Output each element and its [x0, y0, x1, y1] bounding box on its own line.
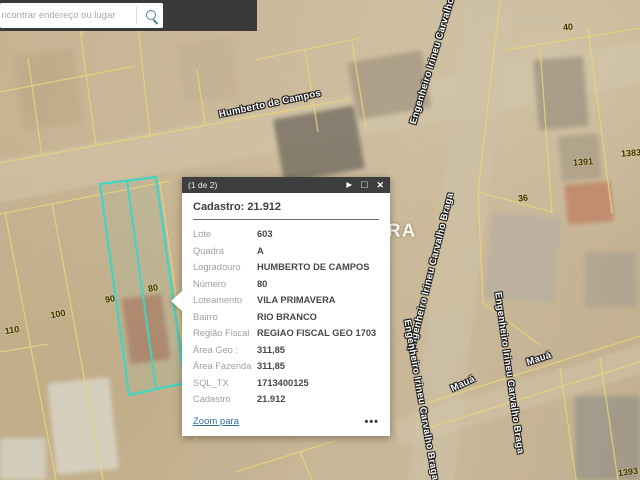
attribute-value: 21.912	[257, 391, 285, 408]
popup-footer: Zoom para •••	[193, 416, 379, 428]
attribute-label: Quadra	[193, 243, 257, 260]
parcel-line	[300, 452, 312, 480]
popup-body: Cadastro: 21.912 Lote603QuadraALogradour…	[182, 193, 390, 436]
attribute-label: Logradouro	[193, 259, 257, 276]
parcel-line	[0, 66, 135, 92]
close-icon[interactable]: ✕	[376, 177, 384, 193]
parcel-line	[483, 303, 540, 345]
attribute-row: BairroRIO BRANCO	[193, 309, 379, 326]
attribute-value: 1713400125	[257, 375, 309, 392]
parcel-line	[197, 70, 205, 124]
attribute-label: Loteamento	[193, 292, 257, 309]
attribute-label: Lote	[193, 226, 257, 243]
feature-popup: (1 de 2) ▶ □ ✕ Cadastro: 21.912 Lote603Q…	[182, 177, 390, 436]
attribute-value: 311,85	[257, 342, 285, 359]
more-options-button[interactable]: •••	[364, 416, 379, 428]
lot-number-label: 1391	[573, 156, 594, 167]
zoom-to-link[interactable]: Zoom para	[193, 416, 239, 427]
parcel-line	[52, 203, 103, 480]
popup-title: Cadastro: 21.912	[193, 201, 379, 220]
parcel-line	[0, 344, 48, 352]
search-icon	[146, 10, 156, 20]
district-label-fragment: RA	[388, 221, 417, 242]
attribute-row: SQL_TX1713400125	[193, 375, 379, 392]
parcel-line	[352, 42, 366, 128]
parcel-line	[235, 441, 335, 472]
popup-callout-arrow	[171, 291, 182, 311]
parcel-line	[478, 192, 483, 303]
attribute-row: QuadraA	[193, 243, 379, 260]
parcel-line	[588, 28, 612, 213]
attribute-row: Cadastro21.912	[193, 391, 379, 408]
attribute-row: Área Geo :311,85	[193, 342, 379, 359]
parcel-line	[478, 192, 552, 212]
attribute-label: Área Fazenda	[193, 358, 257, 375]
attribute-value: A	[257, 243, 264, 260]
attribute-row: Área Fazenda311,85	[193, 358, 379, 375]
parcel-line	[0, 99, 350, 163]
lot-number-label: 1383	[621, 147, 640, 158]
map-canvas[interactable]: Humberto de CamposEngenheiro Irineu Carv…	[0, 0, 640, 480]
parcel-line	[430, 336, 640, 402]
attribute-label: Cadastro	[193, 391, 257, 408]
parcel-line	[540, 47, 552, 213]
attribute-row: Lote603	[193, 226, 379, 243]
next-feature-icon[interactable]: ▶	[346, 177, 352, 193]
attribute-row: Número80	[193, 276, 379, 293]
search-button[interactable]	[137, 3, 163, 28]
lot-number-label: 36	[517, 193, 528, 204]
search-box	[0, 3, 163, 28]
attribute-row: LogradouroHUMBERTO DE CAMPOS	[193, 259, 379, 276]
attribute-label: Área Geo :	[193, 342, 257, 359]
lot-number-label: 80	[147, 282, 159, 294]
top-bar	[0, 0, 257, 31]
attribute-value: REGIAO FISCAL GEO 1703	[257, 325, 376, 342]
attribute-value: 80	[257, 276, 267, 293]
attribute-label: Bairro	[193, 309, 257, 326]
parcel-line	[5, 212, 56, 480]
popup-header[interactable]: (1 de 2) ▶ □ ✕	[182, 177, 390, 193]
maximize-icon[interactable]: □	[361, 177, 367, 193]
attribute-label: SQL_TX	[193, 375, 257, 392]
parcel-line	[600, 357, 618, 480]
parcel-line	[80, 30, 96, 146]
attribute-value: 311,85	[257, 358, 285, 375]
attribute-row: Região FiscalREGIAO FISCAL GEO 1703	[193, 325, 379, 342]
attribute-value: HUMBERTO DE CAMPOS	[257, 259, 369, 276]
lot-number-label: 90	[104, 293, 116, 305]
search-input[interactable]	[0, 3, 136, 28]
parcel-line	[28, 58, 42, 156]
attribute-label: Região Fiscal	[193, 325, 257, 342]
attribute-row: LoteamentoVILA PRIMAVERA	[193, 292, 379, 309]
popup-pagination: (1 de 2)	[188, 180, 217, 190]
parcel-line	[428, 362, 640, 428]
attribute-table: Lote603QuadraALogradouroHUMBERTO DE CAMP…	[193, 226, 379, 408]
parcel-line	[478, 0, 500, 192]
attribute-value: VILA PRIMAVERA	[257, 292, 336, 309]
lot-number-label: 40	[562, 22, 573, 33]
attribute-value: RIO BRANCO	[257, 309, 317, 326]
attribute-label: Número	[193, 276, 257, 293]
attribute-value: 603	[257, 226, 273, 243]
parcel-line	[255, 38, 360, 60]
